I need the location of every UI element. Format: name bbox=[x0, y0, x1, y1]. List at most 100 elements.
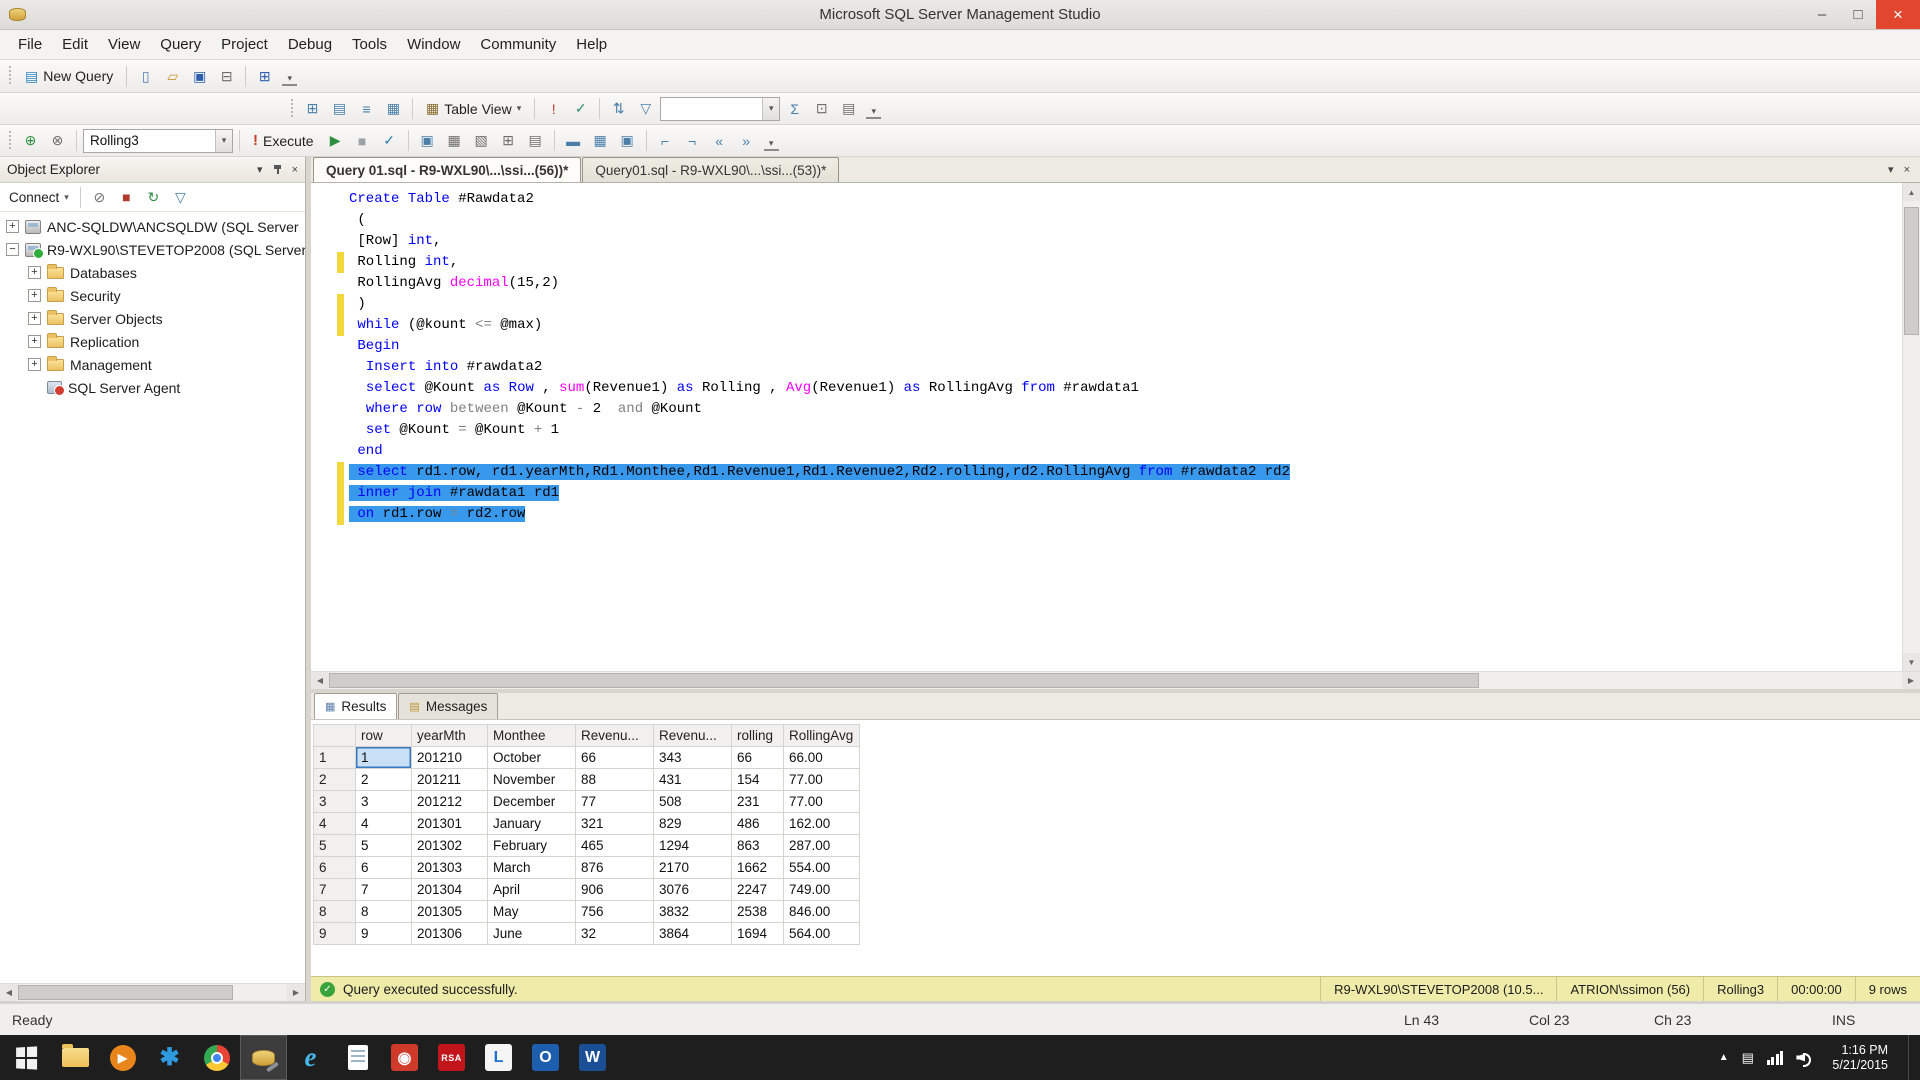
code-line[interactable]: on rd1.row = rd2.row bbox=[311, 504, 1902, 525]
grid-cell[interactable]: 906 bbox=[576, 879, 654, 901]
outdent-icon[interactable]: « bbox=[707, 128, 732, 153]
grid-cell[interactable]: 201303 bbox=[412, 857, 488, 879]
window-position-icon[interactable]: ▾ bbox=[257, 163, 263, 176]
code-line[interactable]: Create Table #Rawdata2 bbox=[311, 189, 1902, 210]
grid-row-header[interactable]: 7 bbox=[314, 879, 356, 901]
grid-cell[interactable]: 77.00 bbox=[784, 791, 860, 813]
toolbar-grip[interactable] bbox=[7, 66, 13, 86]
tree-item-r9-wxl90-stevetop2008-sql-server[interactable]: −R9-WXL90\STEVETOP2008 (SQL Server bbox=[0, 238, 305, 261]
chevron-down-icon[interactable]: ▾ bbox=[762, 98, 779, 120]
tab-list-icon[interactable]: ▾ bbox=[1888, 163, 1894, 176]
show-criteria-pane-icon[interactable]: ▤ bbox=[327, 96, 352, 121]
change-type-button[interactable]: ▦Table View▾ bbox=[419, 96, 528, 121]
open-file-icon[interactable]: ▱ bbox=[160, 64, 185, 89]
code-line[interactable]: while (@kount <= @max) bbox=[311, 315, 1902, 336]
connect-icon[interactable]: ⊕ bbox=[18, 128, 43, 153]
grid-cell[interactable]: 201210 bbox=[412, 747, 488, 769]
maximize-button[interactable]: □ bbox=[1840, 0, 1876, 29]
code-line[interactable]: Begin bbox=[311, 336, 1902, 357]
tree-expander-icon[interactable]: − bbox=[6, 243, 19, 256]
document-tab-2[interactable]: Query01.sql - R9-WXL90\...\ssi...(53))* bbox=[582, 157, 839, 182]
new-query-button[interactable]: ▤New Query bbox=[18, 64, 120, 89]
grid-cell[interactable]: 201211 bbox=[412, 769, 488, 791]
grid-cell[interactable]: 321 bbox=[576, 813, 654, 835]
column-header-row[interactable]: row bbox=[356, 725, 412, 747]
menu-tools[interactable]: Tools bbox=[342, 30, 397, 59]
results-to-grid-icon[interactable]: ▦ bbox=[588, 128, 613, 153]
grid-row-header[interactable]: 6 bbox=[314, 857, 356, 879]
menu-file[interactable]: File bbox=[8, 30, 52, 59]
grid-cell[interactable]: December bbox=[488, 791, 576, 813]
chrome-icon[interactable] bbox=[193, 1035, 240, 1080]
close-panel-icon[interactable]: × bbox=[292, 164, 298, 176]
grid-cell[interactable]: 201302 bbox=[412, 835, 488, 857]
word-icon[interactable]: W bbox=[569, 1035, 616, 1080]
include-actual-plan-icon[interactable]: ▦ bbox=[442, 128, 467, 153]
grid-cell[interactable]: 343 bbox=[654, 747, 732, 769]
change-connection-icon[interactable]: ⊗ bbox=[45, 128, 70, 153]
grid-cell[interactable]: 32 bbox=[576, 923, 654, 945]
editor-hscrollbar[interactable]: ◀ ▶ bbox=[311, 671, 1920, 689]
code-line[interactable]: select @Kount as Row , sum(Revenue1) as … bbox=[311, 378, 1902, 399]
save-icon[interactable]: ▣ bbox=[187, 64, 212, 89]
toolbar-grip[interactable] bbox=[7, 131, 13, 151]
editor-vscrollbar[interactable]: ▲ ▼ bbox=[1902, 183, 1920, 671]
grid-cell[interactable]: 3 bbox=[356, 791, 412, 813]
grid-cell[interactable]: 88 bbox=[576, 769, 654, 791]
grid-cell[interactable]: April bbox=[488, 879, 576, 901]
code-line[interactable]: ( bbox=[311, 210, 1902, 231]
close-document-icon[interactable]: × bbox=[1904, 164, 1910, 176]
object-explorer-hscrollbar[interactable]: ◀ ▶ bbox=[0, 983, 305, 1001]
grid-cell[interactable]: February bbox=[488, 835, 576, 857]
grid-cell[interactable]: 863 bbox=[732, 835, 784, 857]
grid-cell[interactable]: 2 bbox=[356, 769, 412, 791]
tray-expand-icon[interactable]: ▲ bbox=[1719, 1052, 1729, 1063]
uncomment-icon[interactable]: ¬ bbox=[680, 128, 705, 153]
show-sql-pane-icon[interactable]: ≡ bbox=[354, 96, 379, 121]
grid-corner-cell[interactable] bbox=[314, 725, 356, 747]
show-diagram-pane-icon[interactable]: ⊞ bbox=[300, 96, 325, 121]
code-line[interactable]: set @Kount = @Kount + 1 bbox=[311, 420, 1902, 441]
indent-icon[interactable]: » bbox=[734, 128, 759, 153]
grid-cell[interactable]: 201212 bbox=[412, 791, 488, 813]
menu-window[interactable]: Window bbox=[397, 30, 470, 59]
grid-cell[interactable]: 154 bbox=[732, 769, 784, 791]
code-line[interactable]: inner join #rawdata1 rd1 bbox=[311, 483, 1902, 504]
scrollbar-track[interactable] bbox=[329, 672, 1902, 689]
grid-cell[interactable]: 1662 bbox=[732, 857, 784, 879]
grid-cell[interactable]: January bbox=[488, 813, 576, 835]
column-header-rolling[interactable]: rolling bbox=[732, 725, 784, 747]
ssms-taskbar-icon[interactable] bbox=[240, 1035, 287, 1080]
grid-cell[interactable]: 756 bbox=[576, 901, 654, 923]
app-icon-red[interactable]: ◉ bbox=[381, 1035, 428, 1080]
verify-sql-icon[interactable]: ✓ bbox=[568, 96, 593, 121]
intellisense-icon[interactable]: ▣ bbox=[415, 128, 440, 153]
tree-expander-icon[interactable]: + bbox=[28, 358, 41, 371]
tree-item-databases[interactable]: +Databases bbox=[0, 261, 305, 284]
grid-cell[interactable]: 201304 bbox=[412, 879, 488, 901]
file-explorer-icon[interactable] bbox=[52, 1035, 99, 1080]
grid-cell[interactable]: 5 bbox=[356, 835, 412, 857]
scrollbar-thumb[interactable] bbox=[1904, 207, 1919, 335]
grid-cell[interactable]: 1694 bbox=[732, 923, 784, 945]
grid-cell[interactable]: 4 bbox=[356, 813, 412, 835]
criteria-combo[interactable]: ▾ bbox=[660, 97, 780, 121]
document-tab-1[interactable]: Query 01.sql - R9-WXL90\...\ssi...(56))* bbox=[313, 157, 581, 182]
code-line[interactable]: [Row] int, bbox=[311, 231, 1902, 252]
sort-ascending-icon[interactable]: ⇅ bbox=[606, 96, 631, 121]
scroll-left-icon[interactable]: ◀ bbox=[311, 672, 329, 689]
close-button[interactable]: × bbox=[1876, 0, 1920, 29]
grid-cell[interactable]: 287.00 bbox=[784, 835, 860, 857]
grid-row-header[interactable]: 8 bbox=[314, 901, 356, 923]
save-all-icon[interactable]: ⊞ bbox=[252, 64, 277, 89]
grid-cell[interactable]: 201301 bbox=[412, 813, 488, 835]
tree-item-security[interactable]: +Security bbox=[0, 284, 305, 307]
menu-view[interactable]: View bbox=[98, 30, 150, 59]
grid-cell[interactable]: 749.00 bbox=[784, 879, 860, 901]
toolbar1-overflow-icon[interactable]: ▾ bbox=[282, 66, 297, 86]
action-center-icon[interactable]: ▤ bbox=[1742, 1050, 1754, 1066]
grid-cell[interactable]: 876 bbox=[576, 857, 654, 879]
grid-cell[interactable]: 77.00 bbox=[784, 769, 860, 791]
grid-cell[interactable]: 564.00 bbox=[784, 923, 860, 945]
rsa-icon[interactable]: RSA bbox=[428, 1035, 475, 1080]
